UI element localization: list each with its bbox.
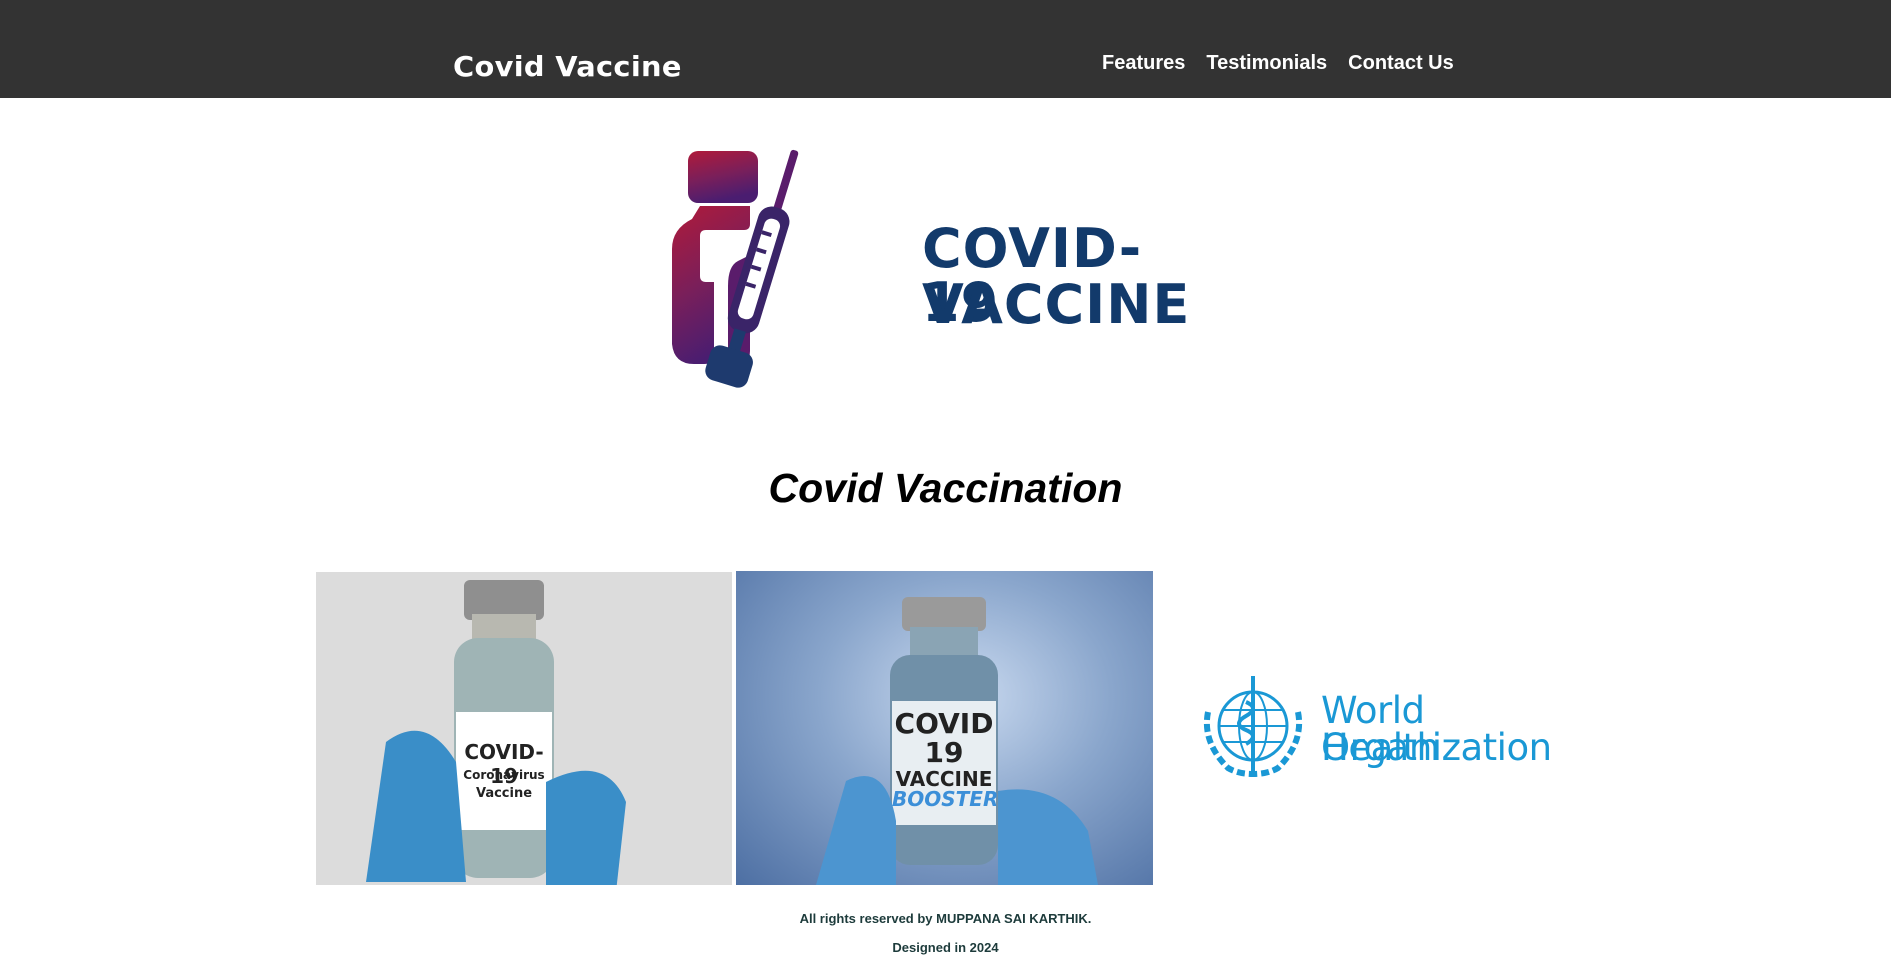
footer-copyright: All rights reserved by MUPPANA SAI KARTH… xyxy=(799,911,1092,926)
who-line-organization: Organization xyxy=(1321,726,1552,769)
photo2-label-booster: BOOSTER xyxy=(892,787,999,811)
vaccine-syringe-icon xyxy=(672,149,799,388)
page-title: Covid Vaccination xyxy=(768,465,1123,511)
vaccine-photo-1: COVID-19 Coronavirus Vaccine xyxy=(316,572,732,885)
logo-line-vaccine: VACCINE xyxy=(922,273,1191,336)
nav-link-contact-us[interactable]: Contact Us xyxy=(1348,52,1454,75)
nav-links: Features Testimonials Contact Us xyxy=(1102,52,1454,75)
photo1-label-vaccine: Vaccine xyxy=(475,786,533,801)
who-emblem-icon xyxy=(1203,676,1303,777)
photo2-label-19: 19 xyxy=(924,736,964,769)
footer-designed: Designed in 2024 xyxy=(892,940,999,955)
nav-link-features[interactable]: Features xyxy=(1102,52,1185,75)
who-logo: World Health Organization xyxy=(1194,672,1552,784)
vial-hand-image xyxy=(366,580,626,885)
photo1-label-coronavirus: Coronavirus xyxy=(463,768,545,782)
covid-vaccine-logo: COVID-19 VACCINE xyxy=(660,146,1190,404)
top-navbar: Covid Vaccine Features Testimonials Cont… xyxy=(0,0,1891,98)
vaccine-photo-2: COVID 19 VACCINE BOOSTER xyxy=(736,571,1153,885)
brand-title[interactable]: Covid Vaccine xyxy=(453,50,682,83)
nav-link-testimonials[interactable]: Testimonials xyxy=(1206,52,1327,75)
